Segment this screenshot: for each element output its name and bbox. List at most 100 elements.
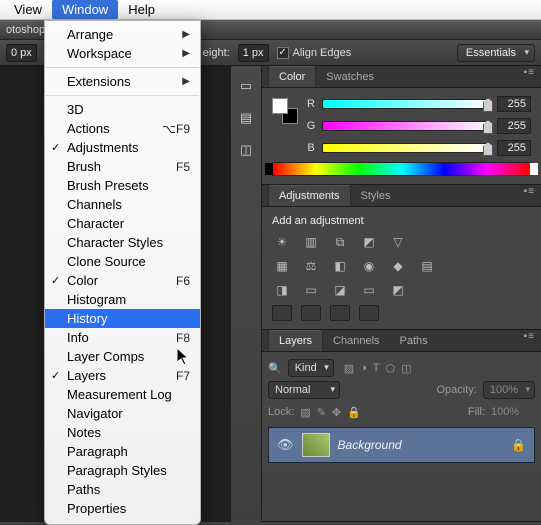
- menu-view[interactable]: View: [4, 0, 52, 19]
- b-slider[interactable]: [322, 143, 491, 153]
- curves-icon[interactable]: ⧉: [330, 233, 350, 251]
- layer-thumbnail[interactable]: [302, 433, 330, 457]
- lock-pixels-icon[interactable]: ✎: [317, 406, 326, 419]
- b-value[interactable]: 255: [497, 140, 531, 156]
- vibrance-icon[interactable]: ▽: [388, 233, 408, 251]
- fill-label: Fill:: [468, 406, 485, 418]
- menuitem-color[interactable]: ✓ColorF6: [45, 271, 200, 290]
- bw-icon[interactable]: ◧: [330, 257, 350, 275]
- colbalance-icon[interactable]: ⚖: [301, 257, 321, 275]
- fill-field[interactable]: 100%: [491, 406, 535, 418]
- tab-styles[interactable]: Styles: [351, 186, 401, 206]
- menuitem-layers[interactable]: ✓LayersF7: [45, 366, 200, 385]
- width-field[interactable]: 0 px: [6, 44, 37, 62]
- panel-menu-icon[interactable]: ▪≡: [524, 335, 535, 338]
- menuitem-navigator[interactable]: Navigator: [45, 404, 200, 423]
- menuitem-workspace[interactable]: Workspace▶: [45, 44, 200, 63]
- om-panel-icon[interactable]: ◫: [236, 140, 256, 160]
- menubar: View Window Help: [0, 0, 541, 20]
- layer-lock-icon: 🔒: [511, 438, 526, 452]
- filter-smart-icon[interactable]: ◫: [401, 362, 411, 375]
- workspace-switcher[interactable]: Essentials: [457, 44, 535, 62]
- panel-menu-icon[interactable]: ▪≡: [524, 190, 535, 193]
- adj-preset-1[interactable]: [272, 305, 292, 321]
- posterize-icon[interactable]: ▭: [301, 281, 321, 299]
- r-value[interactable]: 255: [497, 96, 531, 112]
- layer-name[interactable]: Background: [338, 438, 402, 452]
- menuitem-brush-presets[interactable]: Brush Presets: [45, 176, 200, 195]
- menuitem-paths[interactable]: Paths: [45, 480, 200, 499]
- tab-color[interactable]: Color: [268, 66, 316, 87]
- blend-mode-dropdown[interactable]: Normal: [268, 381, 340, 399]
- tab-adjustments[interactable]: Adjustments: [268, 185, 351, 206]
- adj-preset-3[interactable]: [330, 305, 350, 321]
- invert-icon[interactable]: ◨: [272, 281, 292, 299]
- menuitem-character[interactable]: Character: [45, 214, 200, 233]
- align-edges-checkbox[interactable]: ✓: [277, 47, 289, 59]
- menuitem-notes[interactable]: Notes: [45, 423, 200, 442]
- app-name-partial: otoshop: [6, 24, 45, 36]
- filter-type-icon[interactable]: T: [373, 362, 380, 375]
- tab-swatches[interactable]: Swatches: [316, 67, 384, 87]
- menuitem-actions[interactable]: Actions⌥F9: [45, 119, 200, 138]
- search-icon[interactable]: 🔍: [268, 362, 282, 375]
- menuitem-paragraph[interactable]: Paragraph: [45, 442, 200, 461]
- g-slider[interactable]: [322, 121, 491, 131]
- layer-row-background[interactable]: 👁 Background 🔒: [268, 427, 535, 463]
- panel-menu-icon[interactable]: ▪≡: [524, 71, 535, 74]
- color-ramp[interactable]: [272, 162, 531, 176]
- filter-adjust-icon[interactable]: ◑: [360, 362, 367, 375]
- histogram-panel-icon[interactable]: ▤: [236, 108, 256, 128]
- menuitem-measurement-log[interactable]: Measurement Log: [45, 385, 200, 404]
- menuitem-history[interactable]: History: [45, 309, 200, 328]
- lookup-icon[interactable]: ▤: [417, 257, 437, 275]
- menuitem-paragraph-styles[interactable]: Paragraph Styles: [45, 461, 200, 480]
- mb-panel-icon[interactable]: ▭: [236, 76, 256, 96]
- foreground-color-swatch[interactable]: [272, 98, 288, 114]
- levels-icon[interactable]: ▥: [301, 233, 321, 251]
- gradient-map-icon[interactable]: ▭: [359, 281, 379, 299]
- lock-all-icon[interactable]: 🔒: [347, 406, 361, 419]
- lock-position-icon[interactable]: ✥: [332, 406, 341, 419]
- filter-kind-dropdown[interactable]: Kind: [288, 359, 334, 377]
- menuitem-extensions[interactable]: Extensions▶: [45, 72, 200, 91]
- selective-color-icon[interactable]: ◩: [388, 281, 408, 299]
- brightness-icon[interactable]: ☀: [272, 233, 292, 251]
- channel-mixer-icon[interactable]: ◆: [388, 257, 408, 275]
- menuitem-character-styles[interactable]: Character Styles: [45, 233, 200, 252]
- mouse-cursor: [177, 348, 193, 368]
- menuitem-3d[interactable]: 3D: [45, 100, 200, 119]
- photo-filter-icon[interactable]: ◉: [359, 257, 379, 275]
- menuitem-adjustments[interactable]: ✓Adjustments: [45, 138, 200, 157]
- foreground-background-swatch[interactable]: [272, 98, 298, 124]
- menuitem-properties[interactable]: Properties: [45, 499, 200, 518]
- visibility-eye-icon[interactable]: 👁: [277, 437, 294, 453]
- menuitem-clone-source[interactable]: Clone Source: [45, 252, 200, 271]
- tab-paths[interactable]: Paths: [390, 331, 438, 351]
- r-slider[interactable]: [322, 99, 491, 109]
- tab-channels[interactable]: Channels: [323, 331, 389, 351]
- menu-window[interactable]: Window: [52, 0, 118, 19]
- filter-shape-icon[interactable]: ⬠: [386, 362, 396, 375]
- adj-preset-4[interactable]: [359, 305, 379, 321]
- menu-help[interactable]: Help: [118, 0, 165, 19]
- menuitem-info[interactable]: InfoF8: [45, 328, 200, 347]
- hue-icon[interactable]: ▦: [272, 257, 292, 275]
- tab-layers[interactable]: Layers: [268, 330, 323, 351]
- color-panel: Color Swatches ▪≡ R 255: [262, 66, 541, 185]
- window-menu-dropdown: Arrange▶Workspace▶ Extensions▶ 3DActions⌥F…: [44, 20, 201, 525]
- menuitem-channels[interactable]: Channels: [45, 195, 200, 214]
- adj-preset-2[interactable]: [301, 305, 321, 321]
- filter-pixel-icon[interactable]: ▨: [344, 362, 354, 375]
- lock-transparent-icon[interactable]: ▨: [300, 406, 310, 419]
- lock-label: Lock:: [268, 406, 294, 418]
- menuitem-histogram[interactable]: Histogram: [45, 290, 200, 309]
- menuitem-brush[interactable]: BrushF5: [45, 157, 200, 176]
- exposure-icon[interactable]: ◩: [359, 233, 379, 251]
- opacity-field[interactable]: 100%: [483, 381, 535, 399]
- threshold-icon[interactable]: ◪: [330, 281, 350, 299]
- g-value[interactable]: 255: [497, 118, 531, 134]
- height-field[interactable]: 1 px: [238, 44, 269, 62]
- menuitem-arrange[interactable]: Arrange▶: [45, 25, 200, 44]
- opacity-label: Opacity:: [437, 384, 477, 396]
